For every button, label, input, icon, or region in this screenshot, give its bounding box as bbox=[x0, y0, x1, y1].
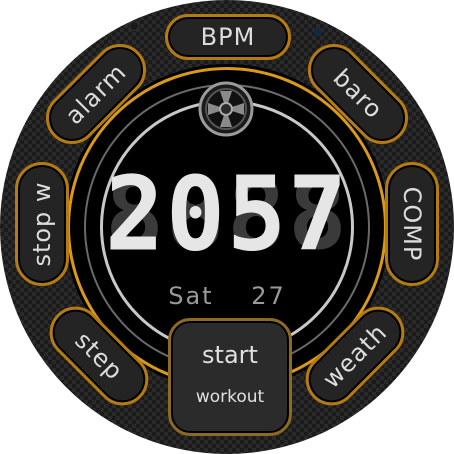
indicator-dot-left bbox=[130, 22, 138, 30]
complication-bpm-label: BPM bbox=[200, 23, 256, 51]
complication-stopwatch-label: stop w bbox=[28, 181, 56, 267]
time-digits: 2057 bbox=[104, 155, 349, 275]
indicator-dot-right bbox=[314, 28, 322, 36]
start-workout-line2: workout bbox=[195, 387, 265, 407]
complication-bpm[interactable]: BPM bbox=[165, 14, 291, 60]
time-display: 8888 2057 bbox=[100, 150, 354, 280]
complication-compass-label: COMP bbox=[398, 186, 426, 262]
turbine-wheel-icon bbox=[198, 81, 254, 137]
date-display: Sat 27 bbox=[120, 282, 334, 310]
date-weekday: Sat bbox=[168, 282, 214, 310]
start-workout-line1: start bbox=[202, 341, 258, 369]
complication-compass[interactable]: COMP bbox=[385, 162, 439, 286]
watch-face: BPM alarm baro stop w COMP step weath 88… bbox=[0, 0, 454, 454]
start-workout-button[interactable]: start workout bbox=[168, 318, 292, 436]
complication-stopwatch[interactable]: stop w bbox=[15, 162, 69, 286]
date-day: 27 bbox=[251, 282, 286, 310]
